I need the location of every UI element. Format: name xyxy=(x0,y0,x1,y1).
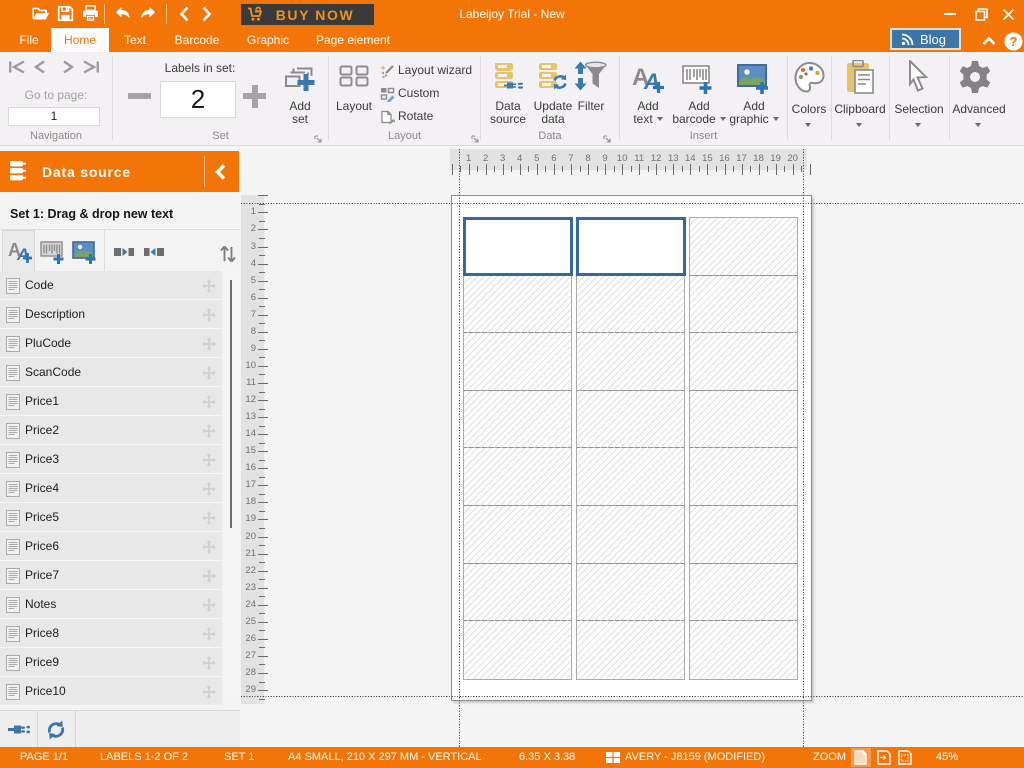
svg-text:?: ? xyxy=(1010,34,1018,49)
